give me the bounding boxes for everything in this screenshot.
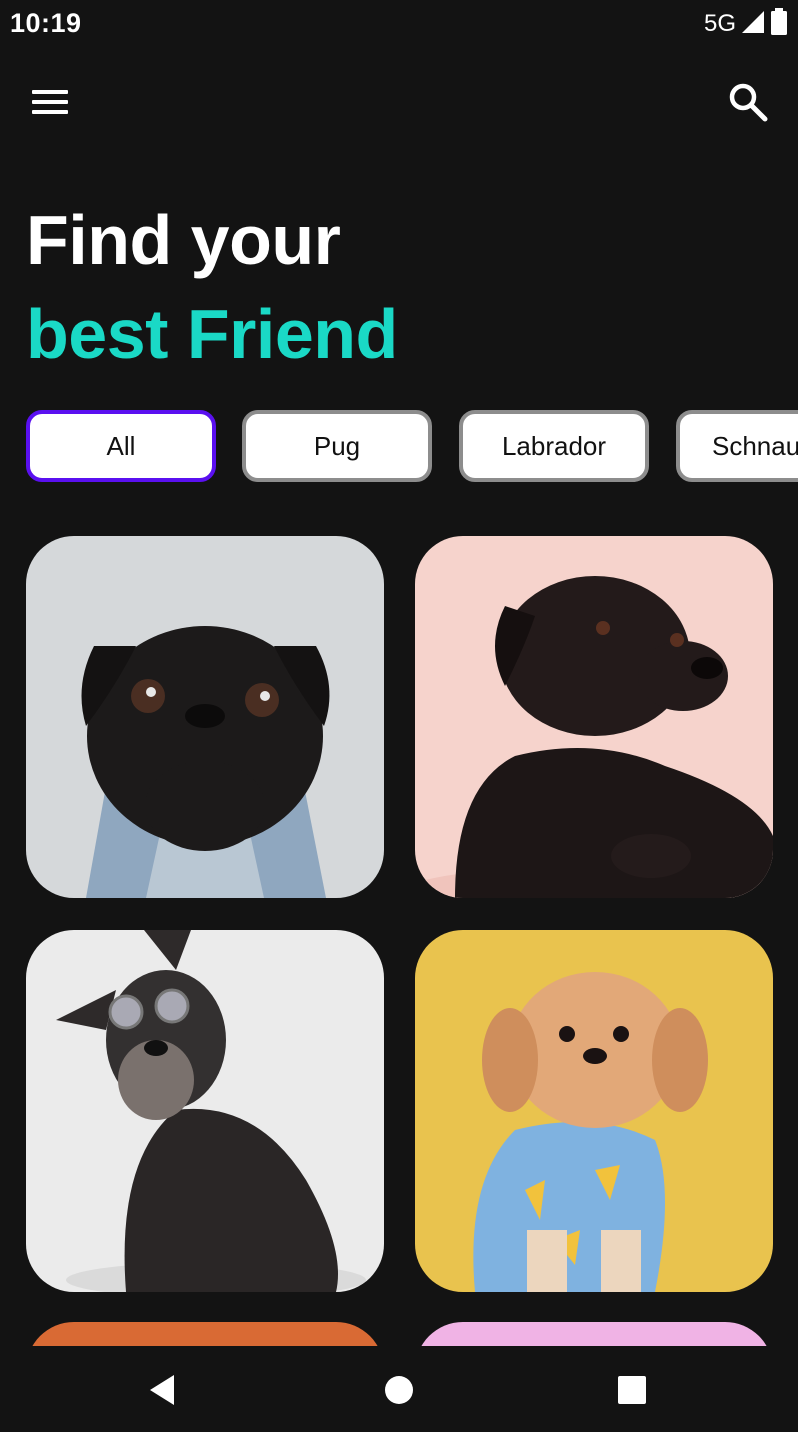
home-button[interactable] xyxy=(373,1366,425,1418)
chip-labrador[interactable]: Labrador xyxy=(459,410,649,482)
dog-card-labrador[interactable] xyxy=(415,536,773,898)
dog-card-pug[interactable] xyxy=(26,536,384,898)
breed-filter-chips: All Pug Labrador Schnau xyxy=(26,410,798,490)
dog-card-peek-left[interactable] xyxy=(26,1322,384,1346)
back-icon xyxy=(146,1373,178,1412)
home-icon xyxy=(384,1375,414,1410)
headline-line-2: best Friend xyxy=(26,295,398,373)
chip-schnauzer[interactable]: Schnau xyxy=(676,410,798,482)
system-nav-bar xyxy=(0,1346,798,1432)
search-button[interactable] xyxy=(720,78,776,130)
peek-left-photo xyxy=(26,1322,384,1346)
menu-button[interactable] xyxy=(22,80,78,128)
search-icon xyxy=(727,81,769,128)
schnauzer-photo xyxy=(26,930,384,1292)
pug-photo xyxy=(26,536,384,898)
chip-all[interactable]: All xyxy=(26,410,216,482)
dog-card-peek-right[interactable] xyxy=(415,1322,773,1346)
battery-icon xyxy=(770,7,788,41)
status-icons: 5G xyxy=(703,7,788,41)
status-bar: 10:19 5G xyxy=(0,0,798,48)
status-time: 10:19 xyxy=(10,8,82,38)
headline-line-1: Find your xyxy=(26,201,341,279)
menu-icon xyxy=(30,88,70,121)
recents-icon xyxy=(617,1375,647,1410)
dog-card-schnauzer[interactable] xyxy=(26,930,384,1292)
network-label: 5G xyxy=(703,10,736,37)
peek-right-photo xyxy=(415,1322,773,1346)
chip-pug[interactable]: Pug xyxy=(242,410,432,482)
signal-icon xyxy=(740,9,766,40)
dog-card-fluffy[interactable] xyxy=(415,930,773,1292)
labrador-photo xyxy=(415,536,773,898)
recents-button[interactable] xyxy=(606,1366,658,1418)
fluffy-dog-photo xyxy=(415,930,773,1292)
back-button[interactable] xyxy=(136,1366,188,1418)
